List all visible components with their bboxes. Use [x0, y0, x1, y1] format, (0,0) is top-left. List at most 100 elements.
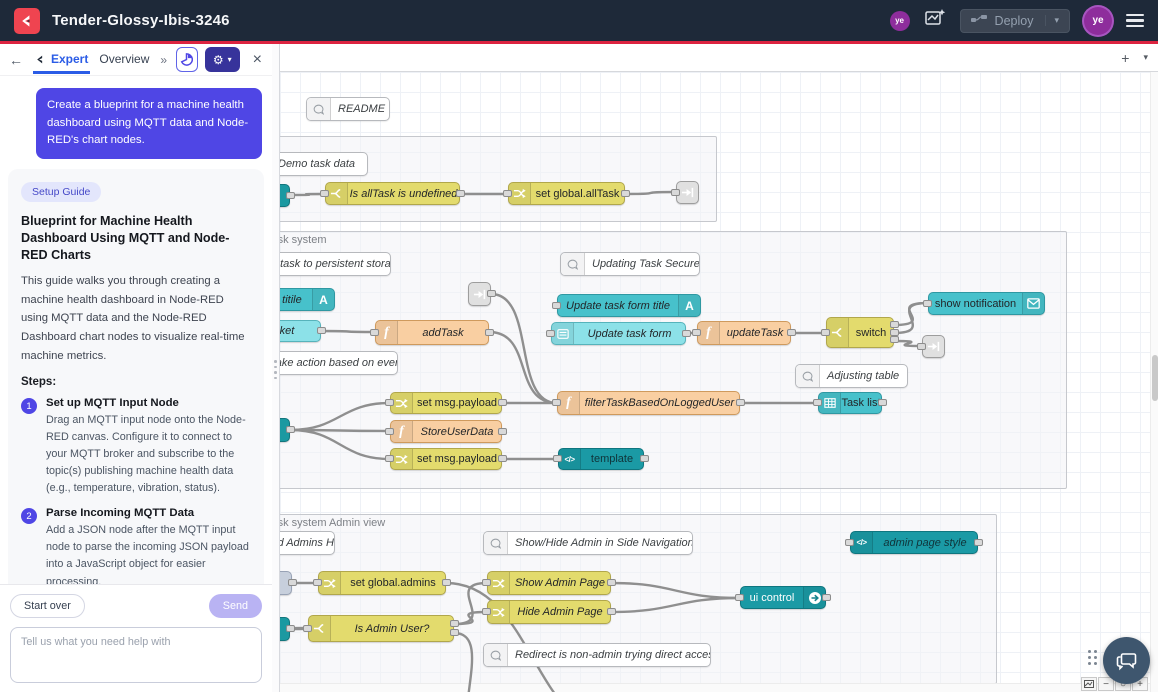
node-port[interactable]	[288, 579, 297, 586]
template-node[interactable]: </>template	[558, 448, 644, 470]
node-port[interactable]	[735, 594, 744, 601]
node-port[interactable]	[552, 302, 561, 309]
show-hide-admin-in-side-navigation-node[interactable]: Show/Hide Admin in Side Navigation	[483, 531, 693, 555]
close-icon[interactable]: ×	[249, 51, 266, 69]
add-flow-button[interactable]: +	[1121, 51, 1129, 65]
node-port[interactable]	[370, 329, 379, 336]
ui-control-node[interactable]: ui control	[740, 586, 826, 609]
demo-task-data-node[interactable]: Demo task data	[280, 152, 368, 176]
flow-list-dropdown-icon[interactable]: ▾	[1143, 52, 1148, 63]
start-over-button[interactable]: Start over	[10, 594, 85, 618]
update-task-form-title-node[interactable]: Update task form titleA	[557, 294, 701, 317]
is-alltask-is-undefined-node[interactable]: Is allTask is undefined	[325, 182, 460, 205]
save-task-to-persistent-storage-node[interactable]: Save task to persistent storage	[280, 252, 391, 276]
main-menu-icon[interactable]	[1126, 14, 1144, 28]
assistant-drag-handle[interactable]	[1088, 650, 1097, 665]
update-task-form-node[interactable]: Update task form	[551, 322, 686, 345]
back-arrow-icon[interactable]: ←	[6, 52, 26, 68]
node-port[interactable]	[485, 329, 494, 336]
is-admin-user-node[interactable]: Is Admin User?	[308, 615, 454, 642]
node-port[interactable]	[313, 579, 322, 586]
set-global-admins-node[interactable]: set global.admins	[318, 571, 446, 595]
node-port[interactable]	[671, 189, 680, 196]
node-port[interactable]	[917, 343, 926, 350]
flow-canvas[interactable]: Task systemTask system Admin viewREADMED…	[280, 72, 1158, 692]
node-port[interactable]	[890, 329, 899, 336]
ticket-node[interactable]: ticket	[280, 320, 321, 342]
navigator-button[interactable]	[1081, 677, 1097, 691]
show-admin-page-node[interactable]: Show Admin Page	[487, 571, 611, 595]
assistant-conversation[interactable]: Create a blueprint for a machine health …	[0, 76, 272, 584]
updating-task-securely-node[interactable]: Updating Task Securely	[560, 252, 700, 276]
chat-assistant-button[interactable]	[1103, 637, 1150, 684]
add-admins-here-node[interactable]: Add Admins Here	[280, 531, 335, 555]
node-port[interactable]	[890, 336, 899, 343]
hide-admin-page-node[interactable]: Hide Admin Page	[487, 600, 611, 624]
node-port[interactable]	[890, 321, 899, 328]
addtask-node[interactable]: faddTask	[375, 320, 489, 345]
node-port[interactable]	[821, 329, 830, 336]
expand-tabs-icon[interactable]: »	[158, 53, 169, 67]
updatetask-node[interactable]: fupdateTask	[697, 321, 791, 345]
node-port[interactable]	[450, 629, 459, 636]
node-port[interactable]	[442, 579, 451, 586]
node-port[interactable]	[450, 620, 459, 627]
node-port[interactable]	[498, 428, 507, 435]
node-port[interactable]	[607, 579, 616, 586]
adjusting-table-node[interactable]: Adjusting table	[795, 364, 908, 388]
node-port[interactable]	[546, 330, 555, 337]
node-port[interactable]	[552, 399, 561, 406]
node-port[interactable]	[286, 192, 295, 199]
node-port[interactable]	[787, 329, 796, 336]
node-port[interactable]	[682, 330, 691, 337]
node-port[interactable]	[845, 539, 854, 546]
node-port[interactable]	[385, 455, 394, 462]
node-port[interactable]	[385, 399, 394, 406]
node-port[interactable]	[923, 300, 932, 307]
send-button[interactable]: Send	[209, 594, 262, 618]
redirect-is-non-admin-trying-direct-access-node[interactable]: Redirect is non-admin trying direct acce…	[483, 643, 711, 667]
filtertaskbasedonloggeduser-node[interactable]: ffilterTaskBasedOnLoggedUser	[557, 391, 740, 415]
node-port[interactable]	[640, 455, 649, 462]
node-port[interactable]	[482, 608, 491, 615]
mini-avatar[interactable]: ye	[890, 11, 910, 31]
storeuserdata-node[interactable]: fStoreUserData	[390, 420, 502, 443]
readme-node[interactable]: README	[306, 97, 390, 121]
settings-dropdown-button[interactable]: ⚙ ▾	[205, 47, 240, 72]
node-port[interactable]	[813, 399, 822, 406]
tab-overview[interactable]: Overview	[97, 45, 151, 74]
node-port[interactable]	[498, 399, 507, 406]
deploy-dropdown-icon[interactable]: ▾	[1045, 15, 1059, 26]
node-port[interactable]	[317, 327, 326, 334]
switch-node[interactable]: switch	[826, 317, 894, 348]
node-port[interactable]	[286, 426, 295, 433]
user-avatar[interactable]: ye	[1084, 7, 1112, 35]
node-port[interactable]	[621, 190, 630, 197]
set-global-alltask-node[interactable]: set global.allTask	[508, 182, 625, 205]
task-form-titile-node[interactable]: Task form titileA	[280, 288, 335, 311]
set-msg-payload-node[interactable]: set msg.payload	[390, 392, 502, 414]
sidebar-resize-handle[interactable]	[272, 44, 280, 692]
node-port[interactable]	[878, 399, 887, 406]
node-port[interactable]	[736, 399, 745, 406]
set-msg-payload-node[interactable]: set msg.payload	[390, 448, 502, 470]
task-list-node[interactable]: Task list	[818, 392, 882, 414]
node-port[interactable]	[303, 625, 312, 632]
node-port[interactable]	[692, 329, 701, 336]
admin-page-style-node[interactable]: </>admin page style	[850, 531, 978, 554]
show-notification-node[interactable]: show notification	[928, 292, 1045, 315]
node-port[interactable]	[607, 608, 616, 615]
ai-canvas-icon[interactable]	[924, 8, 946, 33]
take-action-based-on-event-node[interactable]: Take action based on event	[280, 351, 398, 375]
node-port[interactable]	[822, 594, 831, 601]
assistant-prompt-input[interactable]	[10, 627, 262, 683]
node-port[interactable]	[456, 190, 465, 197]
pie-chart-button[interactable]	[176, 47, 198, 72]
node-port[interactable]	[385, 428, 394, 435]
tab-expert[interactable]: Expert	[33, 45, 90, 74]
node-port[interactable]	[553, 455, 562, 462]
node-port[interactable]	[498, 455, 507, 462]
node-port[interactable]	[286, 625, 295, 632]
node-port[interactable]	[320, 190, 329, 197]
node-port[interactable]	[482, 579, 491, 586]
